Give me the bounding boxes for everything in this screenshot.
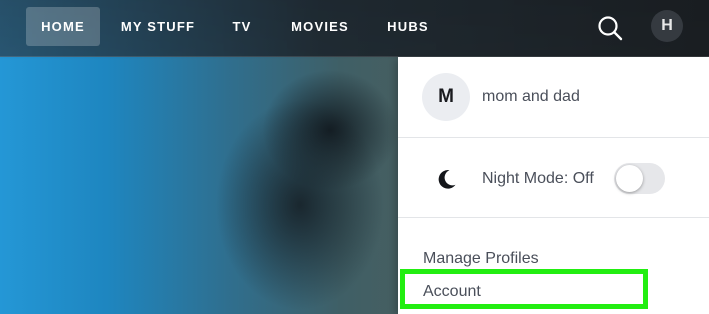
profile-avatar: M (422, 73, 470, 121)
night-mode-toggle[interactable] (614, 163, 665, 194)
nav-movies[interactable]: MOVIES (280, 7, 360, 46)
toggle-knob (616, 165, 643, 192)
nav-hubs[interactable]: HUBS (378, 7, 438, 46)
profile-dropdown: M mom and dad Night Mode: Off Manage Pro… (398, 57, 709, 314)
night-mode-label: Night Mode: Off (482, 170, 594, 187)
user-avatar-button[interactable]: H (651, 10, 683, 42)
nav-tv[interactable]: TV (222, 7, 262, 46)
nav-home[interactable]: HOME (26, 7, 100, 46)
night-mode-row: Night Mode: Off (398, 138, 709, 218)
nav-my-stuff[interactable]: MY STUFF (112, 7, 204, 46)
top-nav: HOME MY STUFF TV MOVIES HUBS H (0, 0, 709, 57)
profile-name: mom and dad (482, 88, 580, 105)
account-link[interactable]: Account (423, 283, 481, 301)
profile-row[interactable]: M mom and dad (398, 57, 709, 138)
moon-icon (434, 167, 458, 191)
search-icon[interactable] (595, 13, 625, 43)
manage-profiles-link[interactable]: Manage Profiles (423, 250, 539, 268)
